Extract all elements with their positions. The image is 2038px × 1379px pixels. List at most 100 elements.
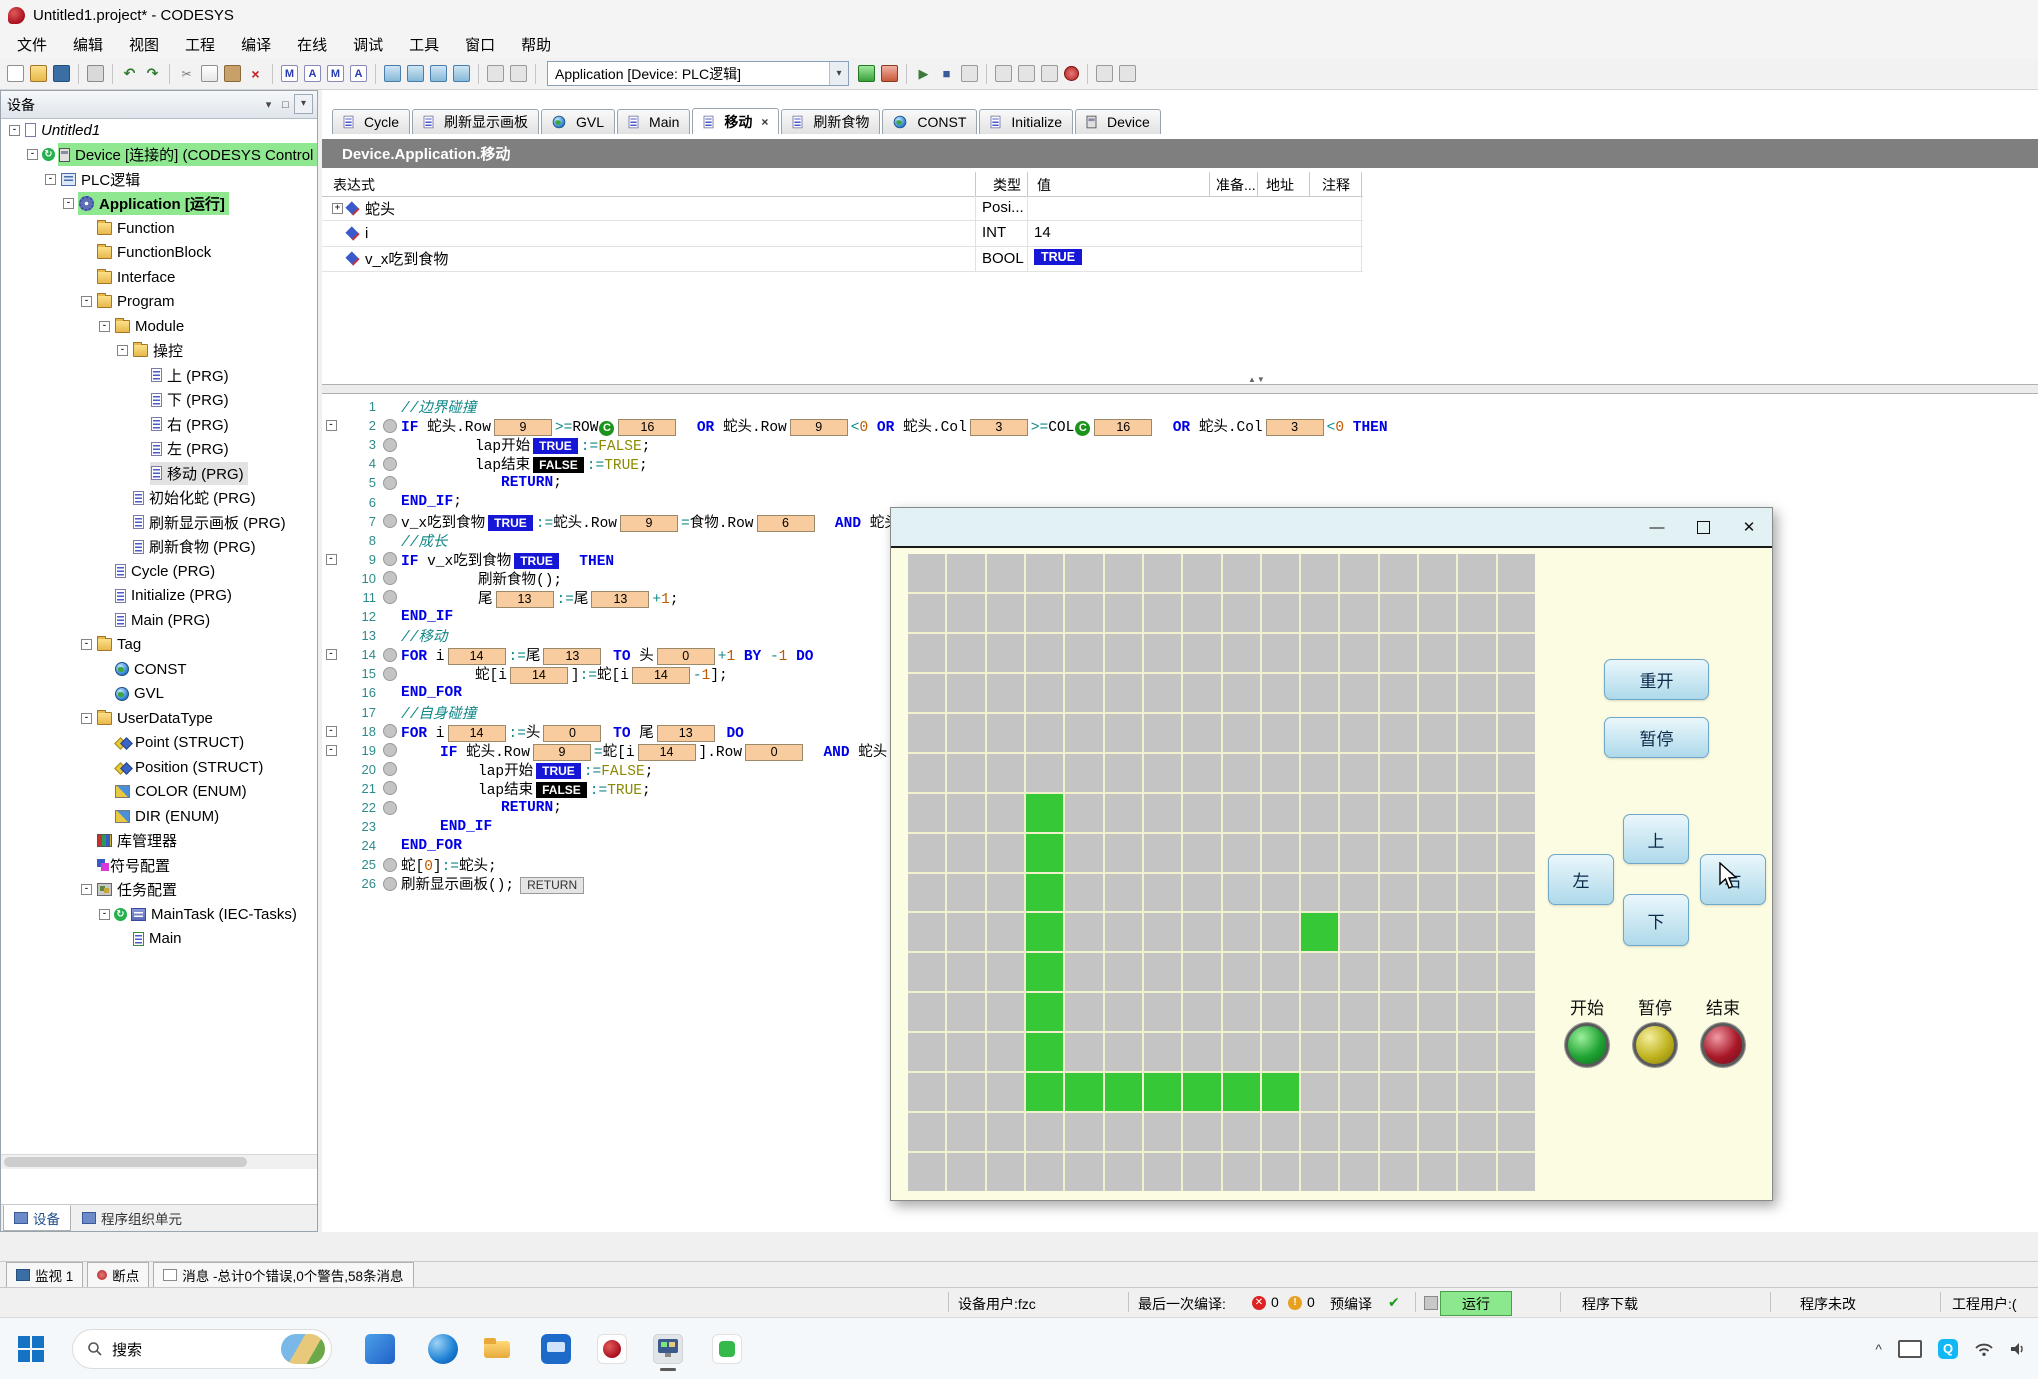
breakpoint-slot[interactable] <box>383 419 401 433</box>
save-icon[interactable] <box>53 65 70 82</box>
breakpoint-slot[interactable] <box>383 781 401 795</box>
tree-item[interactable]: FunctionBlock <box>1 241 317 266</box>
tree-item[interactable]: -任务配置 <box>1 878 317 903</box>
panel-tab-设备[interactable]: 设备 <box>3 1205 71 1231</box>
watch-row[interactable]: +蛇头Posi... <box>322 196 1363 221</box>
edge-icon[interactable] <box>428 1334 458 1364</box>
editor-tab-移动[interactable]: 移动× <box>692 108 779 134</box>
breakpoint-slot[interactable] <box>383 590 401 604</box>
blue-app-icon[interactable] <box>541 1334 571 1364</box>
copy-icon[interactable] <box>201 65 218 82</box>
find-next-icon[interactable]: A <box>304 65 321 82</box>
tree-expander-icon[interactable]: - <box>81 713 92 724</box>
code-fold-icon[interactable]: - <box>326 554 337 565</box>
breakpoint-slot[interactable] <box>383 648 401 662</box>
breakpoint-slot[interactable] <box>383 858 401 872</box>
watch-column-3[interactable]: 准备... <box>1216 175 1256 195</box>
tab-close-icon[interactable]: × <box>761 115 768 129</box>
viz-minimize-icon[interactable]: — <box>1634 508 1680 546</box>
editor-tab-Device[interactable]: Device <box>1075 109 1161 134</box>
tree-item[interactable]: -Tag <box>1 633 317 658</box>
tray-qq-icon[interactable]: Q <box>1938 1339 1958 1359</box>
tree-item[interactable]: 符号配置 <box>1 853 317 878</box>
tree-item[interactable]: Point (STRUCT) <box>1 731 317 756</box>
stop-icon[interactable]: ■ <box>938 65 955 82</box>
tree-item[interactable]: -Module <box>1 314 317 339</box>
viz-maximize-icon[interactable] <box>1680 508 1726 546</box>
tree-item[interactable]: -Application [运行] <box>1 192 317 217</box>
tree-expander-icon[interactable]: - <box>81 296 92 307</box>
dock-tab[interactable]: 监视 1 <box>6 1262 83 1288</box>
menu-item-文件[interactable]: 文件 <box>4 31 60 58</box>
breakpoint-slot[interactable] <box>383 801 401 815</box>
open-icon[interactable] <box>30 65 47 82</box>
breakpoint-icon[interactable] <box>1064 66 1079 81</box>
new-file-icon[interactable] <box>7 65 24 82</box>
logout-icon[interactable] <box>881 65 898 82</box>
tree-item[interactable]: COLOR (ENUM) <box>1 780 317 805</box>
breakpoint-slot[interactable] <box>383 743 401 757</box>
file-explorer-icon[interactable] <box>482 1334 512 1364</box>
tray-chevron-up-icon[interactable]: ^ <box>1875 1341 1882 1357</box>
splitter-arrows-icon[interactable]: ▲▼ <box>1248 375 1266 384</box>
tree-item[interactable]: 右 (PRG) <box>1 412 317 437</box>
watch-column-4[interactable]: 地址 <box>1266 175 1294 195</box>
menu-item-编译[interactable]: 编译 <box>228 31 284 58</box>
menu-item-编辑[interactable]: 编辑 <box>60 31 116 58</box>
step-over-icon[interactable] <box>995 65 1012 82</box>
start-icon[interactable]: ▶ <box>915 65 932 82</box>
tray-volume-icon[interactable] <box>2010 1341 2028 1357</box>
tree-item[interactable]: Cycle (PRG) <box>1 559 317 584</box>
breakpoint-slot[interactable] <box>383 438 401 452</box>
tree-item[interactable]: 左 (PRG) <box>1 437 317 462</box>
step-out-icon[interactable] <box>1041 65 1058 82</box>
codesys-app-icon[interactable] <box>597 1334 627 1364</box>
panel-tab-程序组织单元[interactable]: 程序组织单元 <box>71 1205 193 1231</box>
single-cycle-icon[interactable] <box>961 65 978 82</box>
viz-close-icon[interactable]: ✕ <box>1726 508 1772 546</box>
find-icon[interactable]: M <box>281 65 298 82</box>
active-application-combo[interactable]: Application [Device: PLC逻辑] ▾ <box>547 61 849 86</box>
tree-item[interactable]: 上 (PRG) <box>1 363 317 388</box>
code-fold-icon[interactable]: - <box>326 745 337 756</box>
menu-item-帮助[interactable]: 帮助 <box>508 31 564 58</box>
breakpoint-slot[interactable] <box>383 514 401 528</box>
tree-item[interactable]: 下 (PRG) <box>1 388 317 413</box>
menu-item-工具[interactable]: 工具 <box>396 31 452 58</box>
dock-tab[interactable]: 消息 -总计0个错误,0个警告,58条消息 <box>153 1262 413 1288</box>
taskview-icon[interactable] <box>365 1334 395 1364</box>
breakpoint-slot[interactable] <box>383 571 401 585</box>
breakpoint-slot[interactable] <box>383 552 401 566</box>
menu-item-调试[interactable]: 调试 <box>340 31 396 58</box>
watch-column-1[interactable]: 类型 <box>993 175 1021 195</box>
search-box[interactable]: 搜索 <box>72 1329 332 1369</box>
login-icon[interactable] <box>858 65 875 82</box>
options-icon[interactable] <box>1096 65 1113 82</box>
tree-item[interactable]: 移动 (PRG) <box>1 461 317 486</box>
panel-pin-icon[interactable]: □ <box>277 99 294 111</box>
tree-item[interactable]: -UserDataType <box>1 706 317 731</box>
tree-expander-icon[interactable]: - <box>99 909 110 920</box>
replace-all-icon[interactable]: A <box>350 65 367 82</box>
watch-column-0[interactable]: 表达式 <box>333 175 375 195</box>
cut-icon[interactable]: ✂ <box>178 65 195 82</box>
bookmark-icon[interactable] <box>487 65 504 82</box>
tree-item[interactable]: 刷新显示画板 (PRG) <box>1 510 317 535</box>
tray-network-icon[interactable] <box>1974 1341 1994 1357</box>
breakpoint-slot[interactable] <box>383 476 401 490</box>
breakpoint-slot[interactable] <box>383 877 401 891</box>
code-fold-icon[interactable]: - <box>326 420 337 431</box>
generate-code-icon[interactable] <box>430 65 447 82</box>
tree-horizontal-scrollbar[interactable] <box>1 1154 317 1169</box>
editor-tab-刷新食物[interactable]: 刷新食物 <box>781 109 880 134</box>
tools-icon[interactable] <box>1119 65 1136 82</box>
viz-title-bar[interactable]: — ✕ <box>891 508 1772 548</box>
codesys-window-taskbar-icon[interactable] <box>653 1334 683 1364</box>
menu-item-工程[interactable]: 工程 <box>172 31 228 58</box>
tree-item[interactable]: Position (STRUCT) <box>1 755 317 780</box>
tree-item[interactable]: 刷新食物 (PRG) <box>1 535 317 560</box>
paste-icon[interactable] <box>224 65 241 82</box>
menu-item-视图[interactable]: 视图 <box>116 31 172 58</box>
combo-dropdown-icon[interactable]: ▾ <box>829 62 848 85</box>
rebuild-icon[interactable] <box>407 65 424 82</box>
